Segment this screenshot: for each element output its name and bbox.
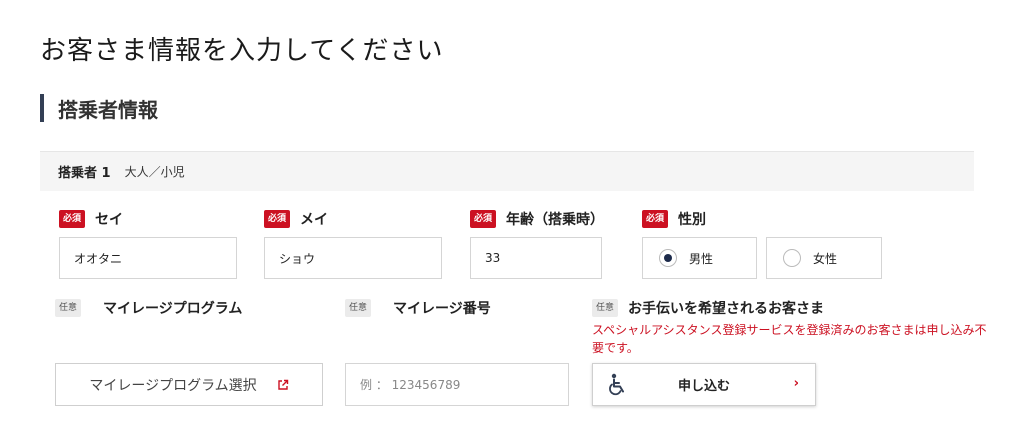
assistance-label: お手伝いを希望されるお客さま xyxy=(628,301,825,317)
age-input[interactable]: 33 xyxy=(470,237,602,279)
external-link-icon xyxy=(277,379,288,390)
mileage-number-input[interactable]: 例 ： 123456789 xyxy=(345,363,569,406)
passenger-label: 搭乗者 1 xyxy=(58,166,111,181)
section-header: 搭乗者情報 xyxy=(40,94,158,122)
optional-badge: 任意 xyxy=(592,299,619,317)
gender-option-male[interactable]: 男性 xyxy=(642,237,757,279)
assistance-button-label: 申し込む xyxy=(677,379,730,394)
gender-option-label: 男性 xyxy=(689,251,714,266)
assistance-apply-button[interactable]: 申し込む › xyxy=(592,363,816,406)
required-badge: 必須 xyxy=(642,210,669,228)
mileage-program-button-label: マイレージプログラム選択 xyxy=(89,377,257,394)
chevron-right-icon: › xyxy=(793,376,799,391)
mileage-program-select-button[interactable]: マイレージプログラム選択 xyxy=(55,363,323,406)
optional-badge: 任意 xyxy=(345,299,372,317)
assistance-notice: スペシャルアシスタンス登録サービスを登録済みのお客さまは申し込み不要です。 xyxy=(592,323,987,355)
age-label: 年齢（搭乗時） xyxy=(506,212,605,228)
radio-unselected-icon xyxy=(783,249,801,267)
mei-label: メイ xyxy=(300,212,329,228)
required-badge: 必須 xyxy=(470,210,497,228)
sei-input[interactable]: オオタニ xyxy=(59,237,237,279)
gender-option-label: 女性 xyxy=(813,251,838,266)
radio-selected-icon xyxy=(659,249,677,267)
mileage-program-field-label: 任意 マイレージプログラム xyxy=(55,298,242,318)
assistance-field-label: 任意 お手伝いを希望されるお客さま xyxy=(592,298,824,318)
mei-field-label: 必須 メイ xyxy=(264,209,328,229)
required-badge: 必須 xyxy=(59,210,86,228)
section-accent-bar xyxy=(40,94,44,122)
passenger-type: 大人／小児 xyxy=(124,165,185,179)
mei-input[interactable]: ショウ xyxy=(264,237,442,279)
mileage-number-field-label: 任意 マイレージ番号 xyxy=(345,298,491,318)
section-title: 搭乗者情報 xyxy=(58,97,158,122)
sei-label: セイ xyxy=(95,212,124,228)
gender-option-female[interactable]: 女性 xyxy=(766,237,882,279)
gender-field-label: 必須 性別 xyxy=(642,209,706,229)
sei-field-label: 必須 セイ xyxy=(59,209,123,229)
mileage-number-label: マイレージ番号 xyxy=(393,301,491,317)
age-field-label: 必須 年齢（搭乗時） xyxy=(470,209,604,229)
gender-label: 性別 xyxy=(678,212,707,228)
mileage-program-label: マイレージプログラム xyxy=(103,301,243,317)
optional-badge: 任意 xyxy=(55,299,82,317)
required-badge: 必須 xyxy=(264,210,291,228)
page-title: お客さま情報を入力してください xyxy=(40,36,444,66)
passenger-header: 搭乗者 1 大人／小児 xyxy=(40,151,974,191)
